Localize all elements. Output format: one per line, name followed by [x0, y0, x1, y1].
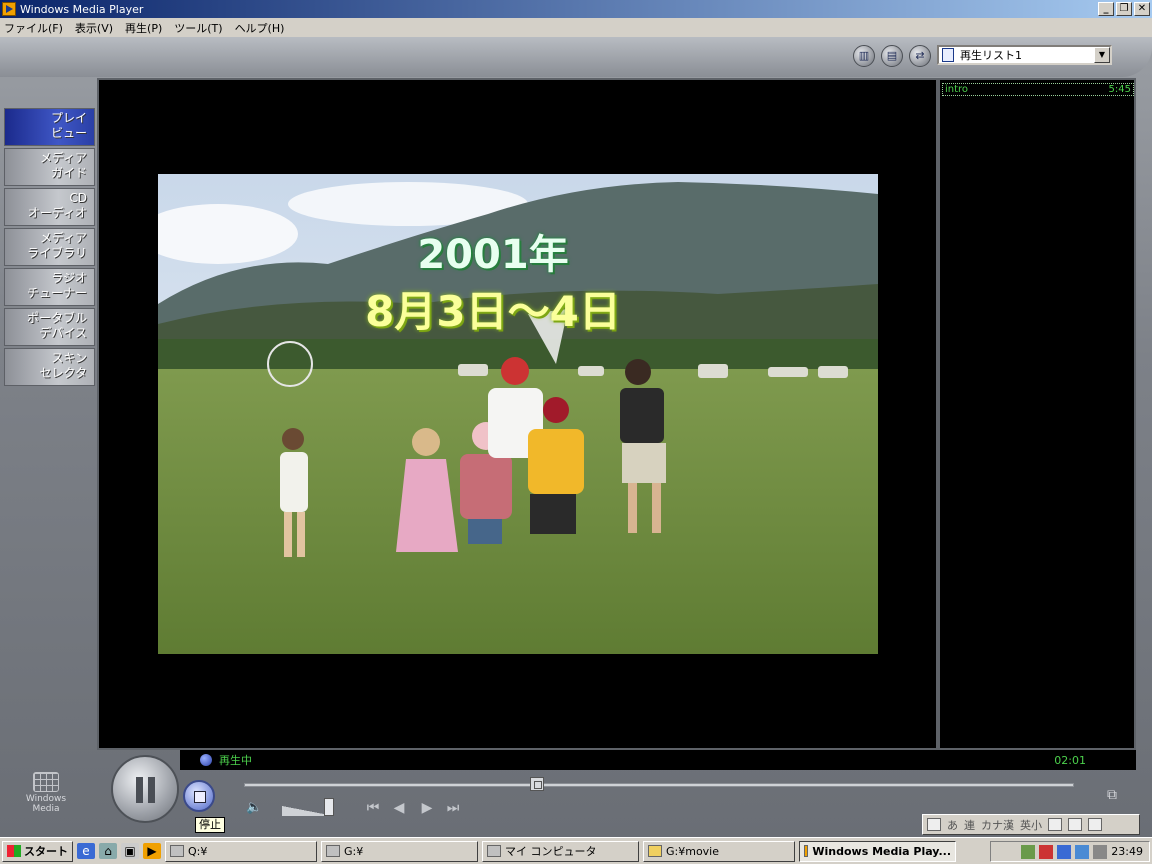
restore-button[interactable]: ❐: [1116, 2, 1132, 16]
windows-media-logo: Windows Media: [18, 772, 74, 820]
menu-tools[interactable]: ツール(T): [174, 20, 222, 36]
network-icon[interactable]: ⌂: [99, 843, 117, 859]
tray-pen-icon[interactable]: [1039, 844, 1054, 859]
media-player-icon: [804, 845, 809, 857]
seek-thumb[interactable]: [530, 777, 544, 791]
nav-portable-device[interactable]: ポータブル デバイス: [4, 308, 95, 346]
media-player-icon[interactable]: [2, 2, 16, 16]
status-globe-icon: [200, 754, 212, 766]
tray-network-icon[interactable]: [1075, 844, 1090, 859]
video-overlay-date: 8月3日～4日: [365, 287, 621, 336]
start-button[interactable]: スタート: [2, 840, 73, 862]
feature-taskbar: プレイ ビュー メディア ガイド CD オーディオ メディア ライブラリ ラジオ…: [4, 108, 95, 388]
windows-logo-icon: [33, 772, 59, 792]
playlist-item[interactable]: intro 5:45: [942, 83, 1134, 96]
ime-handle-icon[interactable]: [927, 818, 941, 831]
previous-track-icon[interactable]: ⏮: [364, 799, 382, 817]
elapsed-time: 02:01: [1054, 753, 1086, 767]
stop-button[interactable]: [183, 780, 215, 812]
desktop-icon[interactable]: ▣: [121, 843, 139, 859]
windows-media-logo-text: Windows Media: [25, 794, 67, 814]
fast-forward-icon[interactable]: ▶: [418, 799, 436, 817]
document-icon: [942, 48, 954, 62]
video-display[interactable]: 2001年 8月3日～4日: [158, 174, 878, 654]
nav-media-guide[interactable]: メディア ガイド: [4, 148, 95, 186]
task-button-my-computer[interactable]: マイ コンピュータ: [482, 840, 639, 862]
computer-icon: [487, 845, 501, 857]
tray-volume-icon[interactable]: [1093, 844, 1108, 859]
window-title: Windows Media Player: [20, 2, 144, 16]
compact-mode-icon[interactable]: ⧉: [1107, 787, 1129, 807]
ime-mode-kana-kanji[interactable]: カナ漢: [981, 817, 1014, 833]
ime-mode-conversion[interactable]: 連: [964, 817, 975, 833]
task-label: G:¥movie: [666, 844, 720, 858]
drive-icon: [170, 845, 184, 857]
task-label: G:¥: [344, 844, 364, 858]
nav-now-playing[interactable]: プレイ ビュー: [4, 108, 95, 146]
internet-explorer-icon[interactable]: e: [77, 843, 95, 859]
playlist-item-title: intro: [945, 84, 969, 95]
menu-file[interactable]: ファイル(F): [4, 20, 63, 36]
nav-radio-tuner[interactable]: ラジオ チューナー: [4, 268, 95, 306]
clock[interactable]: 23:49: [1111, 845, 1143, 858]
task-label: Windows Media Play...: [812, 844, 951, 858]
playlist-select-value: 再生リスト1: [960, 49, 1022, 62]
folder-icon: [648, 845, 662, 857]
next-track-icon[interactable]: ⏭: [444, 799, 462, 817]
rewind-icon[interactable]: ◀: [390, 799, 408, 817]
ime-help-icon[interactable]: [1088, 818, 1102, 831]
volume-thumb[interactable]: [324, 798, 334, 816]
task-button-media-player[interactable]: Windows Media Play...: [799, 840, 956, 862]
system-tray: 23:49: [990, 841, 1150, 862]
window-controls: _ ❐ ✕: [1098, 2, 1150, 16]
nav-skin-chooser[interactable]: スキン セレクタ: [4, 348, 95, 386]
task-label: マイ コンピュータ: [505, 845, 597, 858]
ime-mode-hiragana[interactable]: あ: [947, 817, 958, 833]
shuffle-icon[interactable]: ⇄: [909, 45, 931, 67]
playlist-item-duration: 5:45: [1108, 84, 1131, 95]
windows-taskbar: スタート e ⌂ ▣ ▶ Q:¥ G:¥ マイ コンピュータ G:¥movie …: [0, 837, 1152, 864]
close-button[interactable]: ✕: [1134, 2, 1150, 16]
title-bar: Windows Media Player _ ❐ ✕: [0, 0, 1152, 18]
ime-toolbar: あ 連 カナ漢 英小: [922, 814, 1140, 835]
task-button-movie-folder[interactable]: G:¥movie: [643, 840, 795, 862]
tray-app-icon[interactable]: [1021, 844, 1036, 859]
ime-mode-alpha[interactable]: 英小: [1020, 817, 1042, 833]
drive-icon: [326, 845, 340, 857]
status-text: 再生中: [219, 754, 252, 767]
status-bar: 再生中 02:01: [180, 750, 1136, 770]
nav-media-library[interactable]: メディア ライブラリ: [4, 228, 95, 266]
chevron-down-icon[interactable]: ▼: [1094, 47, 1110, 63]
task-button-q-drive[interactable]: Q:¥: [165, 840, 317, 862]
menu-help[interactable]: ヘルプ(H): [235, 20, 285, 36]
playlist-select[interactable]: 再生リスト1 ▼: [937, 45, 1112, 65]
minimize-button[interactable]: _: [1098, 2, 1114, 16]
ime-pad-icon[interactable]: [1048, 818, 1062, 831]
windows-flag-icon: [7, 845, 21, 857]
tray-ime-icon[interactable]: [1057, 844, 1072, 859]
menu-view[interactable]: 表示(V): [75, 20, 113, 36]
pause-button[interactable]: [111, 755, 179, 823]
playlist-panel: intro 5:45: [938, 78, 1136, 750]
task-button-g-drive[interactable]: G:¥: [321, 840, 478, 862]
menu-play[interactable]: 再生(P): [125, 20, 162, 36]
playlist-icon[interactable]: ▤: [881, 45, 903, 67]
ime-tool-icon[interactable]: [1068, 818, 1082, 831]
stop-tooltip: 停止: [195, 817, 225, 833]
seek-bar[interactable]: [244, 783, 1074, 787]
task-label: Q:¥: [188, 844, 208, 858]
nav-cd-audio[interactable]: CD オーディオ: [4, 188, 95, 226]
media-player-quicklaunch-icon[interactable]: ▶: [143, 843, 161, 859]
menu-bar: ファイル(F) 表示(V) 再生(P) ツール(T) ヘルプ(H): [0, 18, 1152, 37]
start-label: スタート: [24, 845, 68, 858]
speaker-icon[interactable]: 🔈: [246, 800, 262, 816]
video-overlay-year: 2001年: [417, 232, 569, 278]
equalizer-icon[interactable]: ▥: [853, 45, 875, 67]
